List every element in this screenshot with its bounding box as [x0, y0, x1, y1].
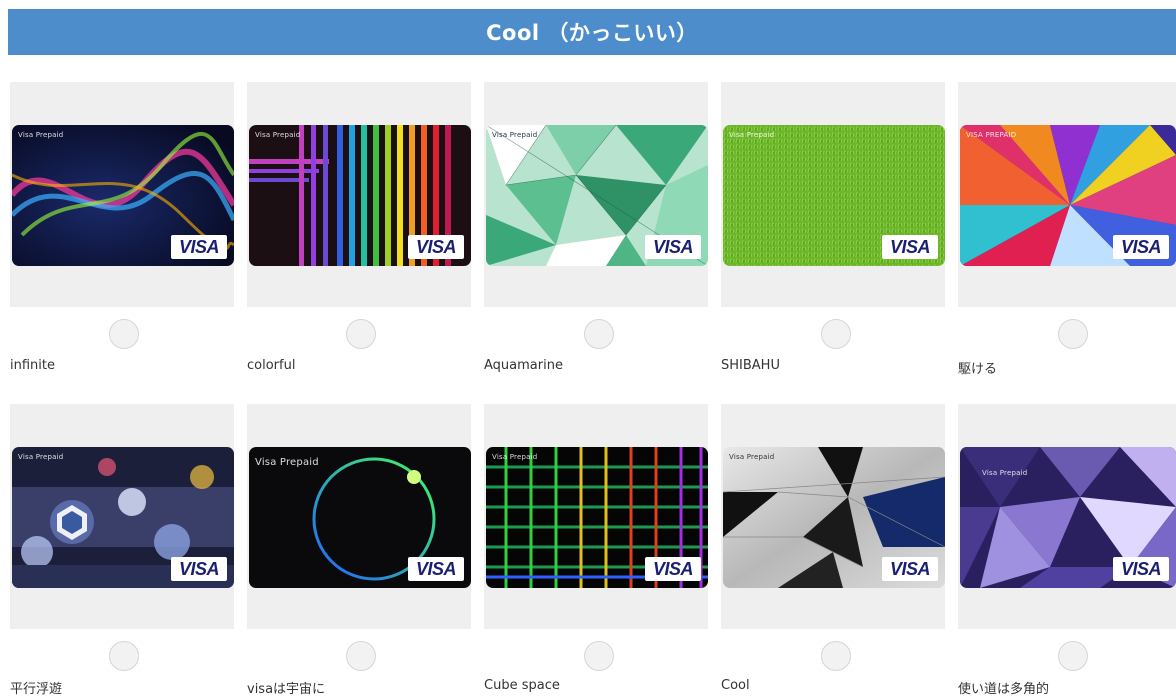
visa-logo: VISA — [171, 557, 227, 581]
card-brand-text: Visa Prepaid — [255, 457, 319, 468]
card-brand-text: Visa Prepaid — [492, 131, 538, 139]
label-cool: Cool — [721, 678, 750, 693]
card-brand-text: Visa Prepaid — [18, 453, 64, 461]
card-option-tsukaimichi[interactable]: Visa Prepaid VISA — [958, 404, 1176, 629]
card-image-heiko-fuyu[interactable]: Visa Prepaid VISA — [12, 447, 234, 588]
label-aquamarine: Aquamarine — [484, 358, 563, 373]
card-brand-text: Visa Prepaid — [255, 131, 301, 139]
card-image-aquamarine[interactable]: Visa Prepaid VISA — [486, 125, 708, 266]
card-option-cube-space[interactable]: Visa Prepaid VISA — [484, 404, 708, 629]
radio-infinite[interactable] — [109, 319, 139, 349]
card-brand-text: Visa Prepaid — [729, 131, 775, 139]
visa-logo: VISA — [408, 557, 464, 581]
visa-logo: VISA — [882, 235, 938, 259]
radio-colorful[interactable] — [346, 319, 376, 349]
card-option-heiko-fuyu[interactable]: Visa Prepaid VISA — [10, 404, 234, 629]
card-image-tsukaimichi[interactable]: Visa Prepaid VISA — [960, 447, 1176, 588]
label-heiko-fuyu: 平行浮遊 — [10, 682, 63, 697]
card-image-infinite[interactable]: Visa Prepaid VISA — [12, 125, 234, 266]
card-brand-text: Visa Prepaid — [18, 131, 64, 139]
card-option-kakeru[interactable]: VISA PREPAID VISA — [958, 82, 1176, 307]
label-cube-space: Cube space — [484, 678, 560, 693]
card-option-shibahu[interactable]: Visa Prepaid VISA — [721, 82, 945, 307]
card-image-colorful[interactable]: Visa Prepaid VISA — [249, 125, 471, 266]
label-colorful: colorful — [247, 358, 296, 373]
card-image-cool[interactable]: Visa Prepaid VISA — [723, 447, 945, 588]
card-brand-text: Visa Prepaid — [982, 469, 1028, 477]
radio-heiko-fuyu[interactable] — [109, 641, 139, 671]
visa-logo: VISA — [171, 235, 227, 259]
card-design-grid: Visa Prepaid VISA infinite Visa Prepaid … — [0, 0, 1176, 697]
card-option-visa-uchu[interactable]: Visa Prepaid VISA — [247, 404, 471, 629]
visa-logo: VISA — [1113, 557, 1169, 581]
radio-visa-uchu[interactable] — [346, 641, 376, 671]
card-option-aquamarine[interactable]: Visa Prepaid VISA — [484, 82, 708, 307]
visa-logo: VISA — [408, 235, 464, 259]
visa-logo: VISA — [882, 557, 938, 581]
visa-logo: VISA — [645, 557, 701, 581]
card-brand-text: Visa Prepaid — [492, 453, 538, 461]
label-infinite: infinite — [10, 358, 55, 373]
card-brand-text: VISA PREPAID — [966, 131, 1017, 139]
radio-cube-space[interactable] — [584, 641, 614, 671]
label-tsukaimichi: 使い道は多角的 — [958, 682, 1050, 697]
card-image-kakeru[interactable]: VISA PREPAID VISA — [960, 125, 1176, 266]
visa-logo: VISA — [1113, 235, 1169, 259]
card-image-shibahu[interactable]: Visa Prepaid VISA — [723, 125, 945, 266]
label-shibahu: SHIBAHU — [721, 358, 780, 373]
card-option-colorful[interactable]: Visa Prepaid VISA — [247, 82, 471, 307]
card-image-visa-uchu[interactable]: Visa Prepaid VISA — [249, 447, 471, 588]
radio-aquamarine[interactable] — [584, 319, 614, 349]
radio-cool[interactable] — [821, 641, 851, 671]
visa-logo: VISA — [645, 235, 701, 259]
card-brand-text: Visa Prepaid — [729, 453, 775, 461]
radio-tsukaimichi[interactable] — [1058, 641, 1088, 671]
card-option-infinite[interactable]: Visa Prepaid VISA — [10, 82, 234, 307]
card-image-cube-space[interactable]: Visa Prepaid VISA — [486, 447, 708, 588]
radio-shibahu[interactable] — [821, 319, 851, 349]
label-visa-uchu: visaは宇宙に — [247, 682, 326, 697]
radio-kakeru[interactable] — [1058, 319, 1088, 349]
card-option-cool[interactable]: Visa Prepaid VISA — [721, 404, 945, 629]
label-kakeru: 駆ける — [958, 362, 998, 377]
